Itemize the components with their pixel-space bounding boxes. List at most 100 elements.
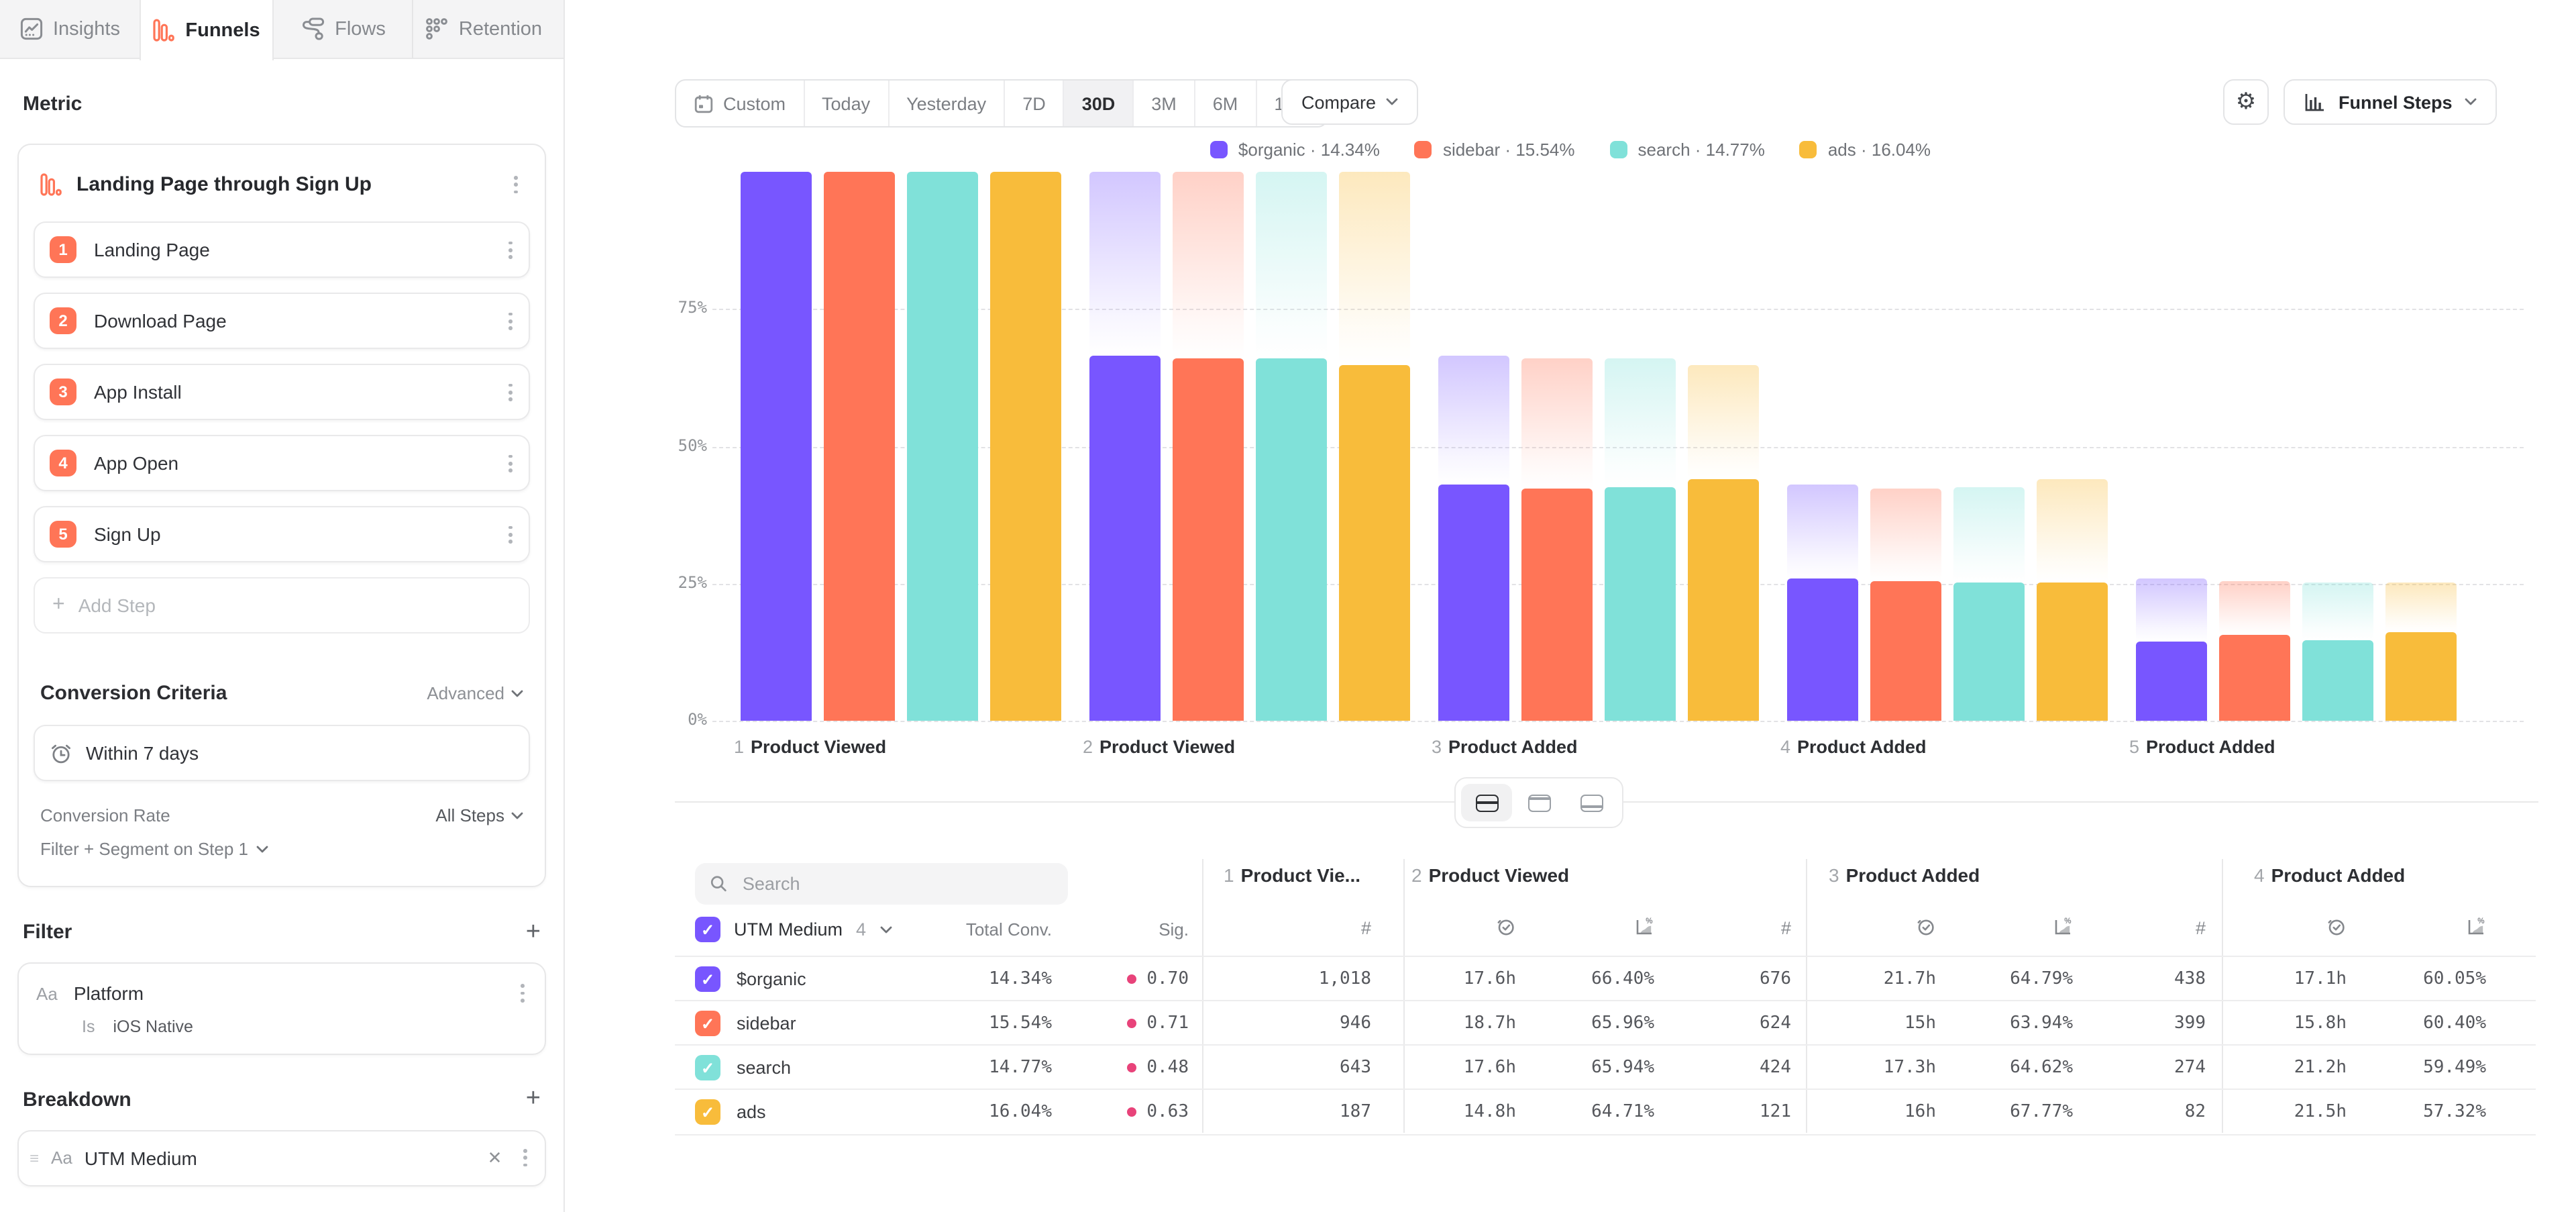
add-breakdown-button[interactable]: + xyxy=(526,1091,541,1109)
breakdown-property[interactable]: UTM Medium xyxy=(85,1148,197,1169)
funnel-bar[interactable] xyxy=(907,172,978,721)
funnel-bar[interactable] xyxy=(1787,579,1858,721)
conversion-rate-label: Conversion Rate xyxy=(40,806,170,826)
table-row[interactable]: ✓$organic14.34%0.701,01817.6h66.40%67621… xyxy=(675,956,2536,1001)
step-name: Product Viewed xyxy=(1429,864,1570,886)
funnel-bar[interactable] xyxy=(1870,580,1941,721)
filter-operator: Is xyxy=(82,1017,95,1036)
clock-icon xyxy=(50,742,72,765)
tab-funnels[interactable]: Funnels xyxy=(140,0,274,60)
conversion-window-label: Within 7 days xyxy=(86,743,199,764)
breakdown-column-header[interactable]: ✓ UTM Medium 4 xyxy=(695,917,892,942)
funnel-step-row[interactable]: 2Download Page xyxy=(34,293,530,350)
funnel-step-row[interactable]: 1Landing Page xyxy=(34,222,530,279)
step-group-header: 1Product Vie... xyxy=(1224,864,1360,886)
funnel-bar[interactable] xyxy=(1953,582,2025,721)
metric-column-header-count[interactable]: # xyxy=(1210,917,1371,941)
breakdown-column-label: UTM Medium xyxy=(734,919,843,940)
funnel-bar[interactable] xyxy=(1688,480,1759,721)
conversion-rate-dropdown[interactable]: All Steps xyxy=(435,806,523,826)
add-step-button[interactable]: + Add Step xyxy=(34,578,530,634)
add-filter-button[interactable]: + xyxy=(526,923,541,942)
row-name: search xyxy=(737,1058,791,1078)
funnel-step-row[interactable]: 4App Open xyxy=(34,436,530,492)
filter-condition-row[interactable]: Is iOS Native xyxy=(82,1017,530,1036)
sig-header[interactable]: Sig. xyxy=(1028,919,1189,940)
drag-handle-icon[interactable]: ≡ xyxy=(30,1152,39,1165)
table-only-view-button[interactable] xyxy=(1566,784,1617,821)
row-label-cell: ✓ search xyxy=(695,1046,791,1090)
funnel-bar[interactable] xyxy=(1256,359,1327,721)
main-content: CustomTodayYesterday7D30D3M6M12M Compare… xyxy=(565,0,2576,1212)
significance-dot-icon xyxy=(1126,1107,1136,1117)
kebab-menu-icon[interactable] xyxy=(503,307,518,336)
metric-column-header-count[interactable]: # xyxy=(1630,917,1791,941)
row-checkbox[interactable]: ✓ xyxy=(695,1055,720,1080)
funnel-dropoff-bar xyxy=(1787,485,1858,579)
conversion-window-row[interactable]: Within 7 days xyxy=(34,725,530,782)
funnel-step-row[interactable]: 5Sign Up xyxy=(34,507,530,563)
tab-retention[interactable]: Retention xyxy=(412,0,554,58)
x-axis-step-label: 1Product Viewed xyxy=(734,737,1069,757)
metric-column-header-rate[interactable]: % xyxy=(2325,917,2486,944)
kebab-menu-icon[interactable] xyxy=(515,979,530,1008)
kebab-menu-icon[interactable] xyxy=(503,449,518,478)
row-checkbox[interactable]: ✓ xyxy=(695,1011,720,1036)
advanced-dropdown[interactable]: Advanced xyxy=(427,684,523,704)
funnel-bar[interactable] xyxy=(2302,640,2373,721)
row-name: sidebar xyxy=(737,1013,796,1033)
step-name: Product Added xyxy=(1846,864,1980,886)
select-all-checkbox[interactable]: ✓ xyxy=(695,917,720,942)
funnel-bar[interactable] xyxy=(2219,636,2290,721)
funnel-bar[interactable] xyxy=(824,172,895,721)
metric-value-cell: 21.5h xyxy=(2186,1090,2347,1134)
significance-value: 0.63 xyxy=(1146,1102,1189,1122)
advanced-label: Advanced xyxy=(427,684,504,704)
funnel-bar[interactable] xyxy=(1438,485,1509,721)
funnel-bar[interactable] xyxy=(2037,583,2108,721)
tab-label: Insights xyxy=(53,18,120,40)
metric-column-header-count[interactable]: # xyxy=(2045,917,2206,941)
step-number-badge: 1 xyxy=(50,237,76,264)
split-view-button[interactable] xyxy=(1461,784,1512,821)
table-search[interactable] xyxy=(695,863,1068,905)
funnel-bar[interactable] xyxy=(2136,642,2207,721)
kebab-menu-icon[interactable] xyxy=(518,1144,533,1172)
kebab-menu-icon[interactable] xyxy=(503,520,518,549)
table-row[interactable]: ✓ads16.04%0.6318714.8h64.71%12116h67.77%… xyxy=(675,1089,2536,1135)
tab-insights[interactable]: Insights xyxy=(0,0,140,58)
significance-dot-icon xyxy=(1126,1063,1136,1072)
funnel-bar[interactable] xyxy=(1339,366,1410,721)
filter-segment-dropdown[interactable]: Filter + Segment on Step 1 xyxy=(40,840,523,860)
funnel-steps-list: 1Landing Page 2Download Page 3App Install 4… xyxy=(34,222,530,563)
filter-segment-label: Filter + Segment on Step 1 xyxy=(40,840,248,860)
chart-only-view-button[interactable] xyxy=(1513,784,1564,821)
funnel-bar[interactable] xyxy=(1173,358,1244,721)
metric-column-header-time[interactable] xyxy=(2186,917,2347,944)
funnel-bar[interactable] xyxy=(1605,487,1676,721)
row-checkbox[interactable]: ✓ xyxy=(695,1099,720,1125)
metric-value-cell: 399 xyxy=(2045,1001,2206,1046)
funnel-bar[interactable] xyxy=(2385,633,2457,721)
funnel-bar[interactable] xyxy=(990,172,1061,721)
step-number: 1 xyxy=(734,737,744,757)
tab-flows[interactable]: Flows xyxy=(274,0,412,58)
search-input[interactable] xyxy=(740,872,1053,895)
significance-cell: 0.63 xyxy=(1028,1090,1189,1134)
table-row[interactable]: ✓search14.77%0.4864317.6h65.94%42417.3h6… xyxy=(675,1044,2536,1090)
funnel-step-row[interactable]: 3App Install xyxy=(34,364,530,421)
table-row[interactable]: ✓sidebar15.54%0.7194618.7h65.96%62415h63… xyxy=(675,1000,2536,1046)
funnel-bar[interactable] xyxy=(1089,356,1161,721)
metric-column-header-time[interactable] xyxy=(1355,917,1516,944)
kebab-menu-icon[interactable] xyxy=(503,378,518,407)
row-checkbox[interactable]: ✓ xyxy=(695,966,720,992)
row-label-cell: ✓ads xyxy=(695,1090,766,1134)
funnel-bar[interactable] xyxy=(1521,489,1593,721)
step-number: 2 xyxy=(1083,737,1093,757)
kebab-menu-icon[interactable] xyxy=(508,170,523,199)
metric-value-cell: 60.40% xyxy=(2325,1001,2486,1046)
filter-property[interactable]: Platform xyxy=(74,982,144,1004)
remove-breakdown-icon[interactable]: ✕ xyxy=(484,1144,506,1173)
funnel-bar[interactable] xyxy=(741,172,812,721)
kebab-menu-icon[interactable] xyxy=(503,236,518,264)
